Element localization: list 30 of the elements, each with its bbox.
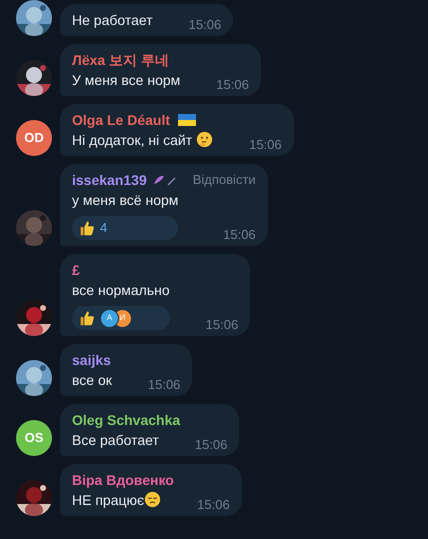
thumbs-up-icon bbox=[78, 309, 96, 327]
message-text: Все работает bbox=[72, 431, 159, 450]
reply-link[interactable]: Відповісти bbox=[192, 170, 256, 190]
message-text: у меня всё норм bbox=[72, 191, 178, 210]
author-name[interactable]: Лёха 보지 루네 bbox=[72, 50, 169, 70]
message-text: Ні додаток, ні сайт bbox=[72, 130, 214, 150]
message-time: 15:06 bbox=[222, 226, 256, 244]
message-time: 15:06 bbox=[215, 76, 249, 94]
author-name[interactable]: Віра Вдовенко bbox=[72, 470, 174, 490]
author-name[interactable]: Oleg Schvachka bbox=[72, 410, 180, 430]
message-time: 15:06 bbox=[196, 496, 230, 514]
message-text: НЕ працює bbox=[72, 490, 162, 510]
message-time: 15:06 bbox=[146, 376, 180, 394]
message-text: У меня все норм bbox=[72, 71, 180, 90]
message-time: 15:06 bbox=[188, 16, 222, 34]
reaction-button[interactable]: 4 bbox=[72, 216, 178, 240]
author-name[interactable]: saijks bbox=[72, 350, 111, 370]
message-text: все нормально bbox=[72, 281, 170, 300]
message-text: Не работает bbox=[72, 11, 153, 30]
reaction-button[interactable]: А И bbox=[72, 306, 170, 330]
thumbs-up-icon bbox=[78, 219, 96, 237]
author-name[interactable]: Olga Le Déault bbox=[72, 110, 170, 130]
user-avatar: А bbox=[100, 308, 119, 328]
author-name[interactable]: £ bbox=[72, 260, 80, 280]
author-name[interactable]: issekan139 bbox=[72, 170, 147, 190]
avatar[interactable]: OD bbox=[16, 120, 52, 156]
message-time: 15:06 bbox=[194, 436, 228, 454]
message-time: 15:06 bbox=[204, 316, 238, 334]
message-time: 15:06 bbox=[248, 136, 282, 154]
message-text: все ок bbox=[72, 371, 112, 390]
